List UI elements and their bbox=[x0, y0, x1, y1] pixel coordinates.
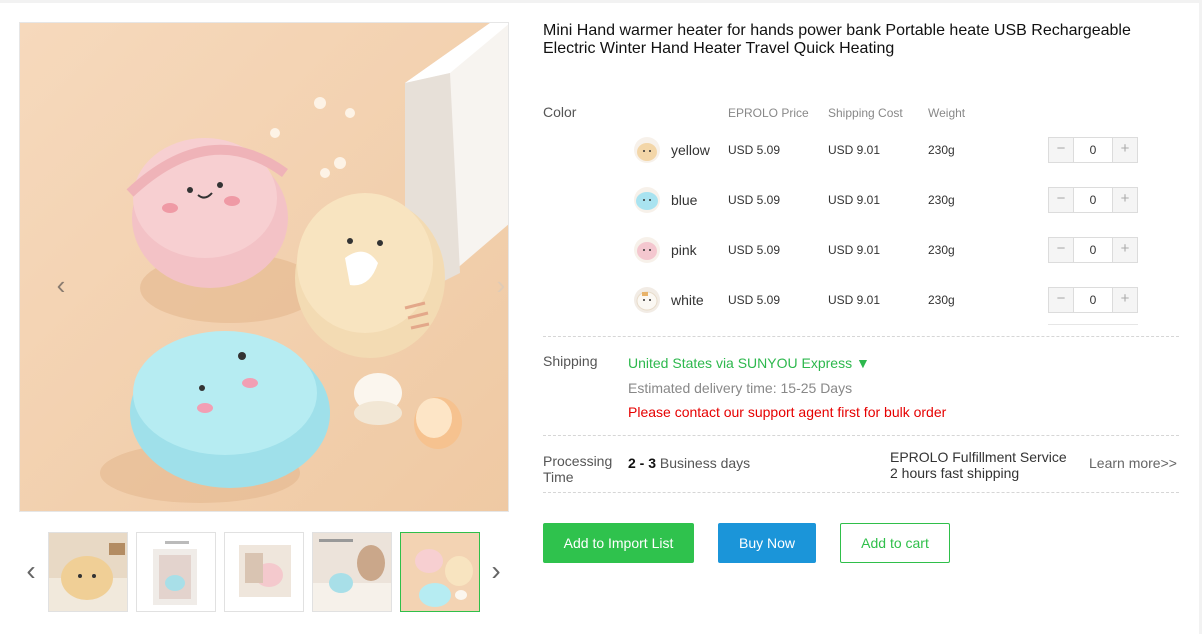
pink-swatch-image[interactable] bbox=[634, 237, 660, 263]
variant-shipping-cost: USD 9.01 bbox=[828, 143, 881, 157]
variant-shipping-cost: USD 9.01 bbox=[828, 193, 881, 207]
decrease-button[interactable]: − bbox=[1049, 138, 1073, 162]
decrease-button[interactable]: − bbox=[1049, 238, 1073, 262]
variant-price: USD 5.09 bbox=[728, 193, 781, 207]
variant-weight: 230g bbox=[928, 193, 955, 207]
quantity-input[interactable]: 0 bbox=[1073, 188, 1113, 212]
thumbnail-2[interactable] bbox=[136, 532, 216, 612]
buy-now-button[interactable]: Buy Now bbox=[718, 523, 816, 563]
increase-button[interactable]: + bbox=[1113, 288, 1137, 312]
quantity-stepper: − 0 + bbox=[1048, 187, 1138, 213]
thumbnail-1[interactable] bbox=[48, 532, 128, 612]
fulfillment-service: EPROLO Fulfillment Service 2 hours fast … bbox=[890, 449, 1067, 481]
variant-row-white: white USD 5.09 USD 9.01 230g − 0 + bbox=[634, 284, 1144, 314]
quantity-stepper: − 0 + bbox=[1048, 287, 1138, 313]
weight-column-header: Weight bbox=[928, 106, 966, 120]
shipping-column-header: Shipping Cost bbox=[828, 106, 903, 120]
white-swatch-image[interactable] bbox=[634, 287, 660, 313]
add-to-import-list-button[interactable]: Add to Import List bbox=[543, 523, 694, 563]
variant-name: yellow bbox=[671, 142, 710, 158]
variant-row-blue: blue USD 5.09 USD 9.01 230g − 0 + bbox=[634, 184, 1144, 214]
quantity-stepper: − 0 + bbox=[1048, 137, 1138, 163]
thumbnails-prev-arrow[interactable]: ‹ bbox=[22, 557, 40, 586]
variant-shipping-cost: USD 9.01 bbox=[828, 243, 881, 257]
thumbnail-5-active[interactable] bbox=[400, 532, 480, 612]
processing-label-line2: Time bbox=[543, 469, 574, 485]
variant-price: USD 5.09 bbox=[728, 243, 781, 257]
quantity-input[interactable]: 0 bbox=[1073, 288, 1113, 312]
variant-row-yellow: yellow USD 5.09 USD 9.01 230g − 0 + bbox=[634, 134, 1144, 164]
variant-weight: 230g bbox=[928, 243, 955, 257]
decrease-button[interactable]: − bbox=[1049, 188, 1073, 212]
increase-button[interactable]: + bbox=[1113, 138, 1137, 162]
thumbnail-4[interactable] bbox=[312, 532, 392, 612]
image-prev-arrow[interactable]: ‹ bbox=[52, 270, 70, 300]
variant-weight: 230g bbox=[928, 293, 955, 307]
yellow-swatch-image[interactable] bbox=[634, 137, 660, 163]
variant-list-scroll-edge bbox=[1048, 324, 1138, 325]
variant-shipping-cost: USD 9.01 bbox=[828, 293, 881, 307]
thumbnails-next-arrow[interactable]: › bbox=[487, 557, 505, 586]
decrease-button[interactable]: − bbox=[1049, 288, 1073, 312]
fulfillment-service-subtitle: 2 hours fast shipping bbox=[890, 465, 1020, 481]
learn-more-link[interactable]: Learn more>> bbox=[1089, 455, 1177, 471]
variant-name: blue bbox=[671, 192, 698, 208]
increase-button[interactable]: + bbox=[1113, 238, 1137, 262]
thumbnail-3[interactable] bbox=[224, 532, 304, 612]
price-column-header: EPROLO Price bbox=[728, 106, 809, 120]
variant-row-pink: pink USD 5.09 USD 9.01 230g − 0 + bbox=[634, 234, 1144, 264]
blue-swatch-image[interactable] bbox=[634, 187, 660, 213]
variant-price: USD 5.09 bbox=[728, 143, 781, 157]
processing-time-label: Processing Time bbox=[543, 453, 623, 485]
add-to-cart-button[interactable]: Add to cart bbox=[840, 523, 950, 563]
processing-days-range: 2 - 3 bbox=[628, 455, 657, 471]
increase-button[interactable]: + bbox=[1113, 188, 1137, 212]
quantity-stepper: − 0 + bbox=[1048, 237, 1138, 263]
processing-label-line1: Processing bbox=[543, 453, 613, 469]
variant-price: USD 5.09 bbox=[728, 293, 781, 307]
shipping-method-dropdown[interactable]: United States via SUNYOU Express ▼ bbox=[628, 355, 870, 371]
divider bbox=[543, 435, 1179, 436]
processing-days: 2 - 3 Business days bbox=[628, 455, 750, 471]
variant-name: pink bbox=[671, 242, 697, 258]
processing-days-unit: Business days bbox=[656, 455, 751, 471]
product-title: Mini Hand warmer heater for hands power … bbox=[543, 22, 1131, 57]
top-divider bbox=[0, 0, 1202, 3]
image-next-arrow[interactable]: › bbox=[492, 270, 508, 300]
quantity-input[interactable]: 0 bbox=[1073, 138, 1113, 162]
fulfillment-service-title: EPROLO Fulfillment Service bbox=[890, 449, 1067, 465]
divider bbox=[543, 336, 1179, 337]
bulk-order-warning: Please contact our support agent first f… bbox=[628, 404, 947, 420]
divider bbox=[543, 492, 1179, 493]
delivery-estimate: Estimated delivery time: 15-25 Days bbox=[628, 380, 853, 396]
shipping-label: Shipping bbox=[543, 353, 598, 369]
color-label: Color bbox=[543, 104, 577, 120]
main-product-image: ‹ › bbox=[19, 22, 509, 512]
variant-name: white bbox=[671, 292, 704, 308]
variant-weight: 230g bbox=[928, 143, 955, 157]
quantity-input[interactable]: 0 bbox=[1073, 238, 1113, 262]
